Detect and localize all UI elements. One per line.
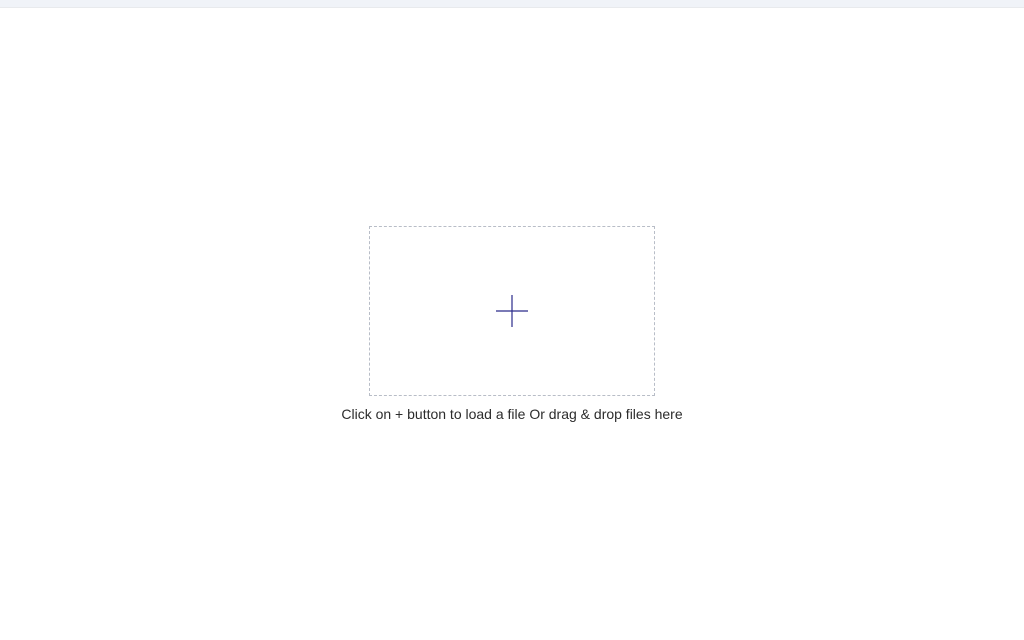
main-content: Click on + button to load a file Or drag… [0,8,1024,640]
upload-hint-text: Click on + button to load a file Or drag… [341,406,682,422]
file-dropzone[interactable] [369,226,655,396]
plus-icon [495,294,529,328]
top-bar [0,0,1024,8]
upload-container: Click on + button to load a file Or drag… [341,226,682,422]
